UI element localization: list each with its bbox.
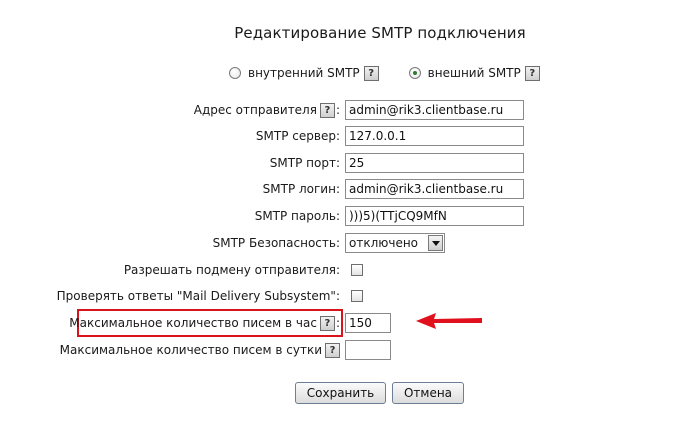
colon-text: : xyxy=(335,103,340,117)
radio-internal-smtp[interactable] xyxy=(229,67,241,79)
external-smtp-label: внешний SMTP xyxy=(427,66,521,80)
smtp-server-label: SMTP сервер: xyxy=(255,129,340,143)
help-icon[interactable]: ? xyxy=(319,102,335,118)
max-per-day-label: Максимальное количество писем в сутки xyxy=(59,343,322,357)
smtp-security-value: отключено xyxy=(349,236,419,250)
max-per-day-label-group: Максимальное количество писем в сутки ? xyxy=(60,340,340,360)
check-mail-delivery-checkbox[interactable] xyxy=(351,290,363,302)
smtp-mode-group: внутренний SMTP ? внешний SMTP ? xyxy=(229,64,540,82)
smtp-port-input[interactable]: 25 xyxy=(345,153,524,173)
smtp-server-input[interactable]: 127.0.0.1 xyxy=(345,126,524,146)
check-mail-delivery-label-group: Проверять ответы "Mail Delivery Subsyste… xyxy=(57,286,340,306)
smtp-password-input[interactable]: )))5)(TTjCQ9MfN xyxy=(345,206,524,226)
smtp-security-label: SMTP Безопасность: xyxy=(212,236,340,250)
sender-address-input[interactable]: admin@rik3.clientbase.ru xyxy=(345,100,524,120)
smtp-password-label: SMTP пароль: xyxy=(254,209,340,223)
smtp-security-label-group: SMTP Безопасность: xyxy=(213,233,340,253)
smtp-server-label-group: SMTP сервер: xyxy=(256,126,340,146)
smtp-password-label-group: SMTP пароль: xyxy=(255,206,340,226)
colon-text: : xyxy=(335,316,340,330)
smtp-login-label: SMTP логин: xyxy=(262,182,340,196)
sender-address-label: Адрес отправителя xyxy=(193,103,317,117)
internal-smtp-label: внутренний SMTP xyxy=(248,66,360,80)
max-per-day-input[interactable] xyxy=(345,340,391,360)
cancel-button[interactable]: Отмена xyxy=(392,382,464,404)
smtp-port-label: SMTP порт: xyxy=(269,156,340,170)
smtp-settings-page: Редактирование SMTP подключения внутренн… xyxy=(0,0,696,425)
save-button[interactable]: Сохранить xyxy=(295,382,386,404)
help-icon[interactable]: ? xyxy=(325,342,340,358)
red-arrow-icon xyxy=(416,313,482,329)
help-icon[interactable]: ? xyxy=(363,65,379,81)
help-icon[interactable]: ? xyxy=(319,315,335,331)
help-icon[interactable]: ? xyxy=(524,65,540,81)
allow-sender-spoof-checkbox[interactable] xyxy=(351,264,363,276)
page-title: Редактирование SMTP подключения xyxy=(234,24,526,42)
smtp-login-input[interactable]: admin@rik3.clientbase.ru xyxy=(345,179,524,199)
allow-sender-spoof-label-group: Разрешать подмену отправителя: xyxy=(124,260,340,280)
max-per-hour-label: Максимальное количество писем в час xyxy=(69,316,317,330)
allow-sender-spoof-label: Разрешать подмену отправителя: xyxy=(123,263,340,277)
smtp-security-select[interactable]: отключено xyxy=(345,233,445,253)
check-mail-delivery-label: Проверять ответы "Mail Delivery Subsyste… xyxy=(56,289,340,303)
chevron-down-icon[interactable] xyxy=(428,235,443,251)
sender-address-label-group: Адрес отправителя ? : xyxy=(194,100,340,120)
smtp-login-label-group: SMTP логин: xyxy=(263,179,340,199)
smtp-port-label-group: SMTP порт: xyxy=(270,153,340,173)
max-per-hour-label-group: Максимальное количество писем в час ? : xyxy=(69,313,340,333)
max-per-hour-input[interactable]: 150 xyxy=(345,313,391,333)
radio-external-smtp[interactable] xyxy=(408,67,421,79)
